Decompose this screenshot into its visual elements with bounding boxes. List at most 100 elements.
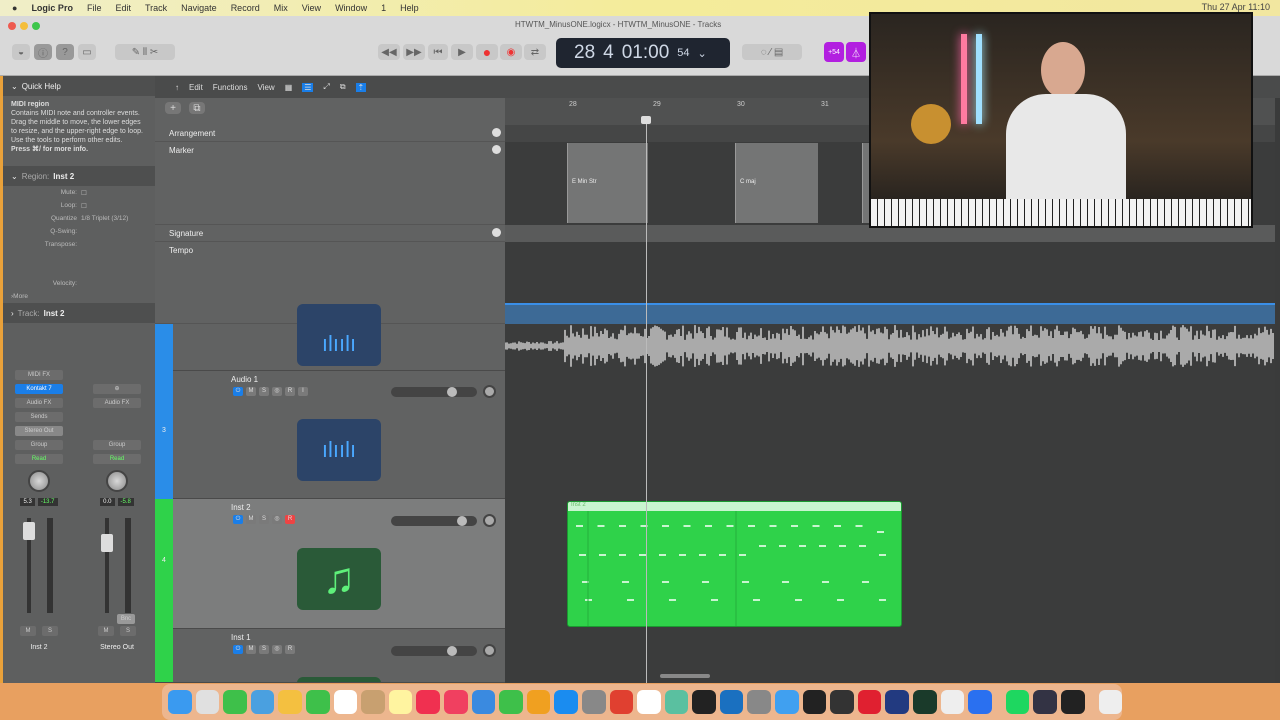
region-param[interactable]: Transpose: — [3, 238, 155, 251]
maps-alt-icon[interactable] — [664, 690, 689, 714]
global-track-arrangement[interactable]: Arrangement — [155, 125, 505, 142]
region-param[interactable]: Mute: ☐ — [3, 186, 155, 199]
calendar-icon[interactable] — [333, 690, 358, 714]
chevron-down-icon[interactable]: ⌄ — [698, 47, 707, 60]
console-icon[interactable] — [1061, 690, 1085, 714]
count-in-badge[interactable]: +54 — [824, 42, 844, 62]
keyboard-icon[interactable] — [885, 690, 910, 714]
messages-icon[interactable] — [223, 690, 247, 714]
pan-knob[interactable] — [483, 644, 496, 657]
finder-icon[interactable] — [168, 690, 192, 714]
functions-menu[interactable]: Functions — [213, 83, 248, 92]
menu-help[interactable]: Help — [400, 3, 419, 13]
clock[interactable]: Thu 27 Apr 11:10 — [1202, 2, 1270, 12]
link-icon[interactable]: ⧉ — [340, 82, 346, 92]
tuner-buttons[interactable]: ◌ ⁄ ▤ — [742, 44, 802, 60]
add-icon[interactable] — [492, 228, 501, 237]
duplicate-track-icon[interactable]: ⧉ — [189, 102, 205, 114]
quick-help-header[interactable]: ⌄ Quick Help — [3, 76, 155, 96]
pan-knob[interactable] — [28, 470, 50, 492]
add-icon[interactable] — [492, 128, 501, 137]
toolbar-icon[interactable]: ▭ — [78, 44, 96, 60]
pan-knob[interactable] — [483, 514, 496, 527]
zoom-button[interactable] — [32, 22, 40, 30]
insert-slot[interactable]: ⊕ — [93, 384, 141, 394]
marker-region[interactable]: C maj — [735, 143, 818, 223]
fast-forward-icon[interactable]: ▶▶ — [403, 44, 425, 60]
go-to-start-icon[interactable]: ⏮ — [428, 44, 448, 60]
marker-region[interactable]: E Min Str — [567, 143, 648, 223]
menu-view[interactable]: View — [302, 3, 321, 13]
grid-icon[interactable]: ▦ — [285, 83, 293, 92]
automation-mode[interactable]: Read — [15, 454, 63, 464]
maps-icon[interactable] — [250, 690, 275, 714]
menu-1[interactable]: 1 — [381, 3, 386, 13]
library-icon[interactable]: ◒ — [12, 44, 30, 60]
numbers-icon[interactable] — [499, 690, 523, 714]
group-slot[interactable]: Group — [93, 440, 141, 450]
inspector-icon[interactable]: ⓘ — [34, 44, 52, 60]
close-button[interactable] — [8, 22, 16, 30]
region-inspector-header[interactable]: ⌄ Region: Inst 2 — [3, 166, 155, 186]
automation-mode[interactable]: Read — [93, 454, 141, 464]
param-value[interactable]: ☐ — [81, 202, 87, 210]
volume-fader[interactable] — [87, 518, 147, 618]
notes-icon[interactable] — [388, 690, 413, 714]
audio-waveform-region[interactable] — [505, 324, 1275, 368]
cycle-icon[interactable]: ⇄ — [524, 44, 546, 60]
midi-fx-slot[interactable]: MIDI FX — [15, 370, 63, 380]
trash-icon[interactable] — [1098, 690, 1123, 714]
list-icon[interactable]: ☰ — [302, 82, 314, 92]
lock-button[interactable]: I — [298, 387, 308, 396]
record-enable-button[interactable]: R — [285, 645, 295, 654]
catch-icon[interactable]: ⇡ — [355, 82, 367, 92]
more-toggle[interactable]: › More — [3, 290, 155, 303]
menu-edit[interactable]: Edit — [115, 3, 131, 13]
pages-icon[interactable] — [526, 690, 551, 714]
spotify-icon[interactable] — [1005, 690, 1030, 714]
menu-navigate[interactable]: Navigate — [181, 3, 217, 13]
track-inspector-header[interactable]: › Track: Inst 2 — [3, 303, 155, 323]
param-value[interactable]: 1/8 Triplet (3/12) — [81, 215, 128, 222]
slack-icon[interactable] — [940, 690, 965, 714]
zoom-icon[interactable] — [968, 690, 992, 714]
track-inst-2[interactable]: 4 Inst 2 ⏻ M S ◎ R ♫ — [155, 499, 505, 629]
audio-fx-slot[interactable]: Audio FX — [93, 398, 141, 408]
input-monitor-button[interactable]: ◎ — [272, 387, 282, 396]
view-menu[interactable]: View — [257, 83, 274, 92]
power-icon[interactable]: ⏻ — [233, 515, 243, 524]
add-icon[interactable] — [492, 145, 501, 154]
menu-file[interactable]: File — [87, 3, 102, 13]
volume-fader[interactable] — [9, 518, 69, 618]
track-partial[interactable]: ılıılı — [155, 304, 505, 371]
vnc-icon[interactable] — [802, 690, 827, 714]
instrument-slot[interactable]: Kontakt 7 — [15, 384, 63, 394]
minimize-button[interactable] — [20, 22, 28, 30]
track-name[interactable]: Inst 2 — [231, 503, 251, 512]
menu-mix[interactable]: Mix — [274, 3, 288, 13]
track-name[interactable]: Audio 1 — [231, 375, 258, 384]
power-icon[interactable]: ⏻ — [233, 645, 243, 654]
back-icon[interactable]: ↑ — [175, 83, 179, 92]
input-monitor-button[interactable]: ◎ — [272, 645, 282, 654]
system-settings-icon[interactable] — [581, 690, 606, 714]
menu-record[interactable]: Record — [231, 3, 260, 13]
volume-slider[interactable] — [391, 646, 477, 656]
tempo-line[interactable] — [505, 303, 1275, 324]
solo-button[interactable]: S — [120, 626, 136, 636]
pan-knob[interactable] — [106, 470, 128, 492]
global-track-marker[interactable]: Marker — [155, 142, 505, 225]
volume-slider[interactable] — [391, 387, 477, 397]
playhead-handle[interactable] — [641, 116, 651, 124]
editors-buttons[interactable]: ✎ ⫴ ✂ — [115, 44, 175, 60]
region-param[interactable] — [3, 251, 155, 264]
recorder-icon[interactable] — [857, 690, 882, 714]
mute-button[interactable]: M — [98, 626, 114, 636]
flex-icon[interactable]: ⤢ — [323, 82, 329, 92]
power-icon[interactable]: ⏻ — [233, 387, 243, 396]
fader-handle[interactable] — [23, 522, 35, 540]
chrome-icon[interactable] — [609, 690, 634, 714]
mute-button[interactable]: M — [246, 645, 256, 654]
edit-menu[interactable]: Edit — [189, 83, 203, 92]
utility-icon[interactable] — [747, 690, 772, 714]
